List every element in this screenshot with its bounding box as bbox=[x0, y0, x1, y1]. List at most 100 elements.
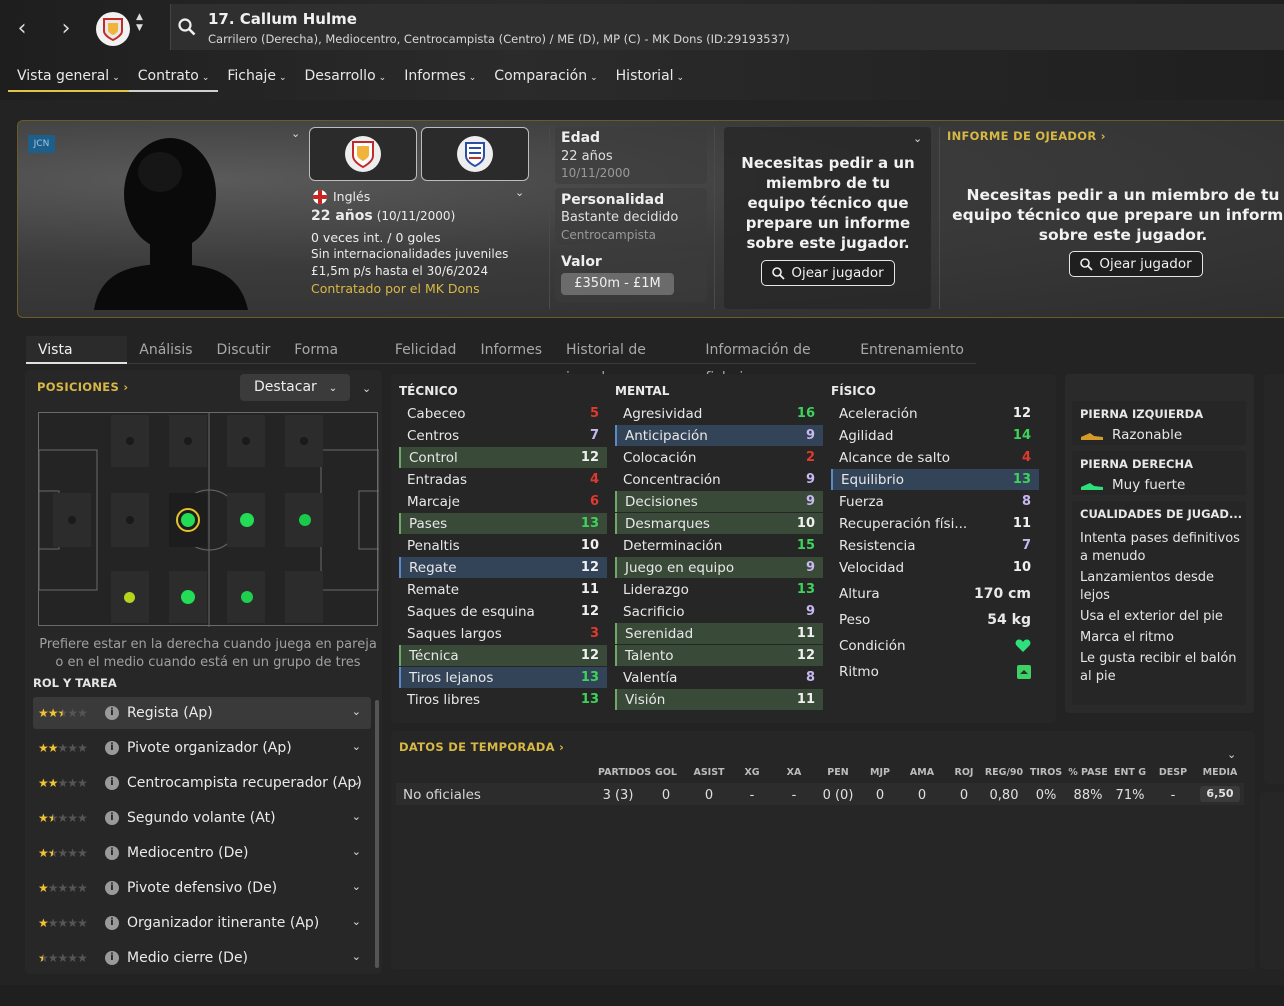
season-column-header[interactable]: PARTIDOS bbox=[598, 767, 651, 778]
attribute-row[interactable]: Decisiones 9 bbox=[615, 491, 823, 512]
national-team-crest-box[interactable] bbox=[421, 127, 529, 181]
search-icon[interactable] bbox=[178, 18, 196, 40]
info-icon[interactable]: i bbox=[105, 776, 119, 790]
highlight-dropdown[interactable]: Destacar ⌄ bbox=[240, 374, 350, 401]
role-row[interactable]: ★★★★★ i Organizador itinerante (Ap) ⌄ bbox=[33, 907, 371, 939]
attribute-row[interactable]: Determinación 15 bbox=[615, 535, 823, 556]
season-title[interactable]: DATOS DE TEMPORADA › bbox=[399, 740, 564, 754]
season-chevron-icon[interactable]: ⌄ bbox=[1227, 748, 1236, 761]
season-column-header[interactable]: PEN bbox=[818, 767, 858, 778]
season-column-header[interactable]: XG bbox=[732, 767, 772, 778]
nav-desarrollo[interactable]: Desarrollo ⌄ bbox=[296, 66, 396, 92]
attribute-row[interactable]: Visión 11 bbox=[615, 689, 823, 710]
info-icon[interactable]: i bbox=[105, 881, 119, 895]
signed-by[interactable]: Contratado por el MK Dons bbox=[311, 281, 480, 296]
attribute-row[interactable]: Marcaje 6 bbox=[399, 491, 607, 512]
tab-vista-general[interactable]: Vista general bbox=[26, 336, 128, 386]
attribute-row[interactable]: Liderazgo 13 bbox=[615, 579, 823, 600]
role-chevron-icon[interactable]: ⌄ bbox=[352, 950, 361, 963]
season-column-header[interactable]: MJP bbox=[860, 767, 900, 778]
position-dot-dmr[interactable] bbox=[181, 590, 195, 604]
attribute-row[interactable]: Pases 13 bbox=[399, 513, 607, 534]
tab-forma-actual[interactable]: Forma actual bbox=[282, 336, 383, 386]
role-chevron-icon[interactable]: ⌄ bbox=[352, 775, 361, 788]
attribute-row[interactable]: Resistencia 7 bbox=[831, 535, 1039, 556]
attribute-row[interactable]: Saques de esquina 12 bbox=[399, 601, 607, 622]
season-column-header[interactable]: TIROS bbox=[1026, 767, 1066, 778]
role-chevron-icon[interactable]: ⌄ bbox=[352, 705, 361, 718]
info-icon[interactable]: i bbox=[105, 741, 119, 755]
positions-chevron-icon[interactable]: ⌄ bbox=[362, 382, 371, 395]
position-dot-wbr[interactable] bbox=[124, 592, 135, 603]
scout-player-button[interactable]: Ojear jugador bbox=[761, 260, 895, 286]
photo-options-chevron-icon[interactable]: ⌄ bbox=[291, 127, 300, 140]
role-row[interactable]: ★★★★★ i Medio cierre (De) ⌄ bbox=[33, 942, 371, 974]
position-dot-amc[interactable] bbox=[299, 514, 311, 526]
attribute-row[interactable]: Centros 7 bbox=[399, 425, 607, 446]
attribute-row[interactable]: Recuperación físi... 11 bbox=[831, 513, 1039, 534]
attribute-row[interactable]: Anticipación 9 bbox=[615, 425, 823, 446]
season-column-header[interactable]: ENT G bbox=[1110, 767, 1150, 778]
role-chevron-icon[interactable]: ⌄ bbox=[352, 740, 361, 753]
tab-discutir[interactable]: Discutir bbox=[205, 336, 283, 364]
attribute-row[interactable]: Control 12 bbox=[399, 447, 607, 468]
tab-analisis[interactable]: Análisis bbox=[127, 336, 204, 364]
attribute-row[interactable]: Tiros lejanos 13 bbox=[399, 667, 607, 688]
tab-felicidad[interactable]: Felicidad bbox=[383, 336, 469, 364]
season-column-header[interactable]: ASIST bbox=[689, 767, 729, 778]
info-icon[interactable]: i bbox=[105, 951, 119, 965]
tab-historial-jugador[interactable]: Historial de jugador bbox=[554, 336, 693, 386]
attribute-row[interactable]: Juego en equipo 9 bbox=[615, 557, 823, 578]
attribute-row[interactable]: Aceleración 12 bbox=[831, 403, 1039, 424]
season-column-header[interactable]: % PASE bbox=[1068, 767, 1108, 778]
attribute-row[interactable]: Valentía 8 bbox=[615, 667, 823, 688]
attribute-row[interactable]: Talento 12 bbox=[615, 645, 823, 666]
attribute-row[interactable]: Penaltis 10 bbox=[399, 535, 607, 556]
attribute-row[interactable]: Agresividad 16 bbox=[615, 403, 823, 424]
nav-fichaje[interactable]: Fichaje ⌄ bbox=[218, 66, 295, 92]
forward-icon[interactable]: › bbox=[48, 10, 84, 48]
nav-comparacion[interactable]: Comparación ⌄ bbox=[485, 66, 606, 92]
position-dot-mc[interactable] bbox=[240, 513, 254, 527]
attribute-row[interactable]: Sacrificio 9 bbox=[615, 601, 823, 622]
nav-informes[interactable]: Informes ⌄ bbox=[395, 66, 485, 92]
position-dot-dmc[interactable] bbox=[181, 513, 195, 527]
attribute-row[interactable]: Tiros libres 13 bbox=[399, 689, 607, 710]
role-row[interactable]: ★★★★★ i Mediocentro (De) ⌄ bbox=[33, 837, 371, 869]
attribute-row[interactable]: Equilibrio 13 bbox=[831, 469, 1039, 490]
attribute-row[interactable]: Serenidad 11 bbox=[615, 623, 823, 644]
attribute-row[interactable]: Concentración 9 bbox=[615, 469, 823, 490]
nav-vista-general[interactable]: Vista general ⌄ bbox=[8, 66, 129, 92]
season-column-header[interactable]: DESP bbox=[1153, 767, 1193, 778]
season-column-header[interactable]: ROJ bbox=[944, 767, 984, 778]
value-range-badge[interactable]: £350m - £1M bbox=[561, 273, 674, 295]
staff-panel-chevron-icon[interactable]: ⌄ bbox=[913, 132, 922, 145]
attribute-row[interactable]: Agilidad 14 bbox=[831, 425, 1039, 446]
tab-informacion-fichaje[interactable]: Información de fichaje bbox=[693, 336, 848, 386]
attribute-row[interactable]: Regate 12 bbox=[399, 557, 607, 578]
role-chevron-icon[interactable]: ⌄ bbox=[352, 880, 361, 893]
info-icon[interactable]: i bbox=[105, 706, 119, 720]
scout-report-button[interactable]: Ojear jugador bbox=[1069, 251, 1203, 277]
season-column-header[interactable]: MEDIA bbox=[1200, 767, 1240, 778]
attribute-row[interactable]: Remate 11 bbox=[399, 579, 607, 600]
season-column-header[interactable]: XA bbox=[774, 767, 814, 778]
role-row[interactable]: ★★★★★ i Segundo volante (At) ⌄ bbox=[33, 802, 371, 834]
attribute-row[interactable]: Técnica 12 bbox=[399, 645, 607, 666]
role-chevron-icon[interactable]: ⌄ bbox=[352, 845, 361, 858]
club-crest-box[interactable] bbox=[309, 127, 417, 181]
nationality-chevron-icon[interactable]: ⌄ bbox=[515, 186, 524, 199]
role-row[interactable]: ★★★★★ i Centrocampista recuperador (Ap) ⌄ bbox=[33, 767, 371, 799]
info-icon[interactable]: i bbox=[105, 811, 119, 825]
roles-scrollbar[interactable] bbox=[375, 700, 379, 968]
attribute-row[interactable]: Fuerza 8 bbox=[831, 491, 1039, 512]
attribute-row[interactable]: Cabeceo 5 bbox=[399, 403, 607, 424]
attribute-row[interactable]: Velocidad 10 bbox=[831, 557, 1039, 578]
tab-entrenamiento[interactable]: Entrenamiento bbox=[848, 336, 976, 364]
nav-historial[interactable]: Historial ⌄ bbox=[607, 66, 693, 92]
role-row[interactable]: ★★★★★ i Pivote defensivo (De) ⌄ bbox=[33, 872, 371, 904]
season-column-header[interactable]: REG/90 bbox=[984, 767, 1024, 778]
season-column-header[interactable]: GOL bbox=[646, 767, 686, 778]
attribute-row[interactable]: Saques largos 3 bbox=[399, 623, 607, 644]
attribute-row[interactable]: Entradas 4 bbox=[399, 469, 607, 490]
